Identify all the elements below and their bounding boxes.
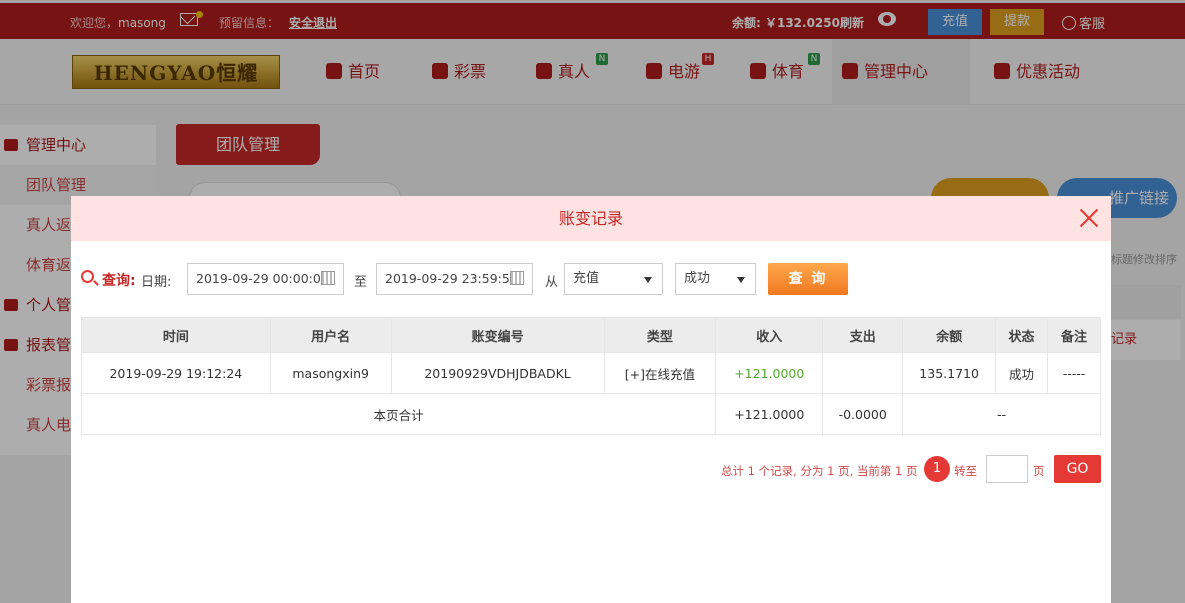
- col-tx-id: 账变编号: [390, 317, 605, 353]
- pagination: 总计 1 个记录, 分为 1 页, 当前第 1 页 1 转至 页 GO: [721, 455, 1101, 485]
- table-row[interactable]: 2019-09-29 19:12:24 masongxin9 20190929V…: [81, 352, 1101, 394]
- total-income: +121.0000: [715, 393, 824, 435]
- total-rest: --: [902, 393, 1101, 435]
- to-label: 至: [354, 275, 368, 290]
- col-balance: 余额: [902, 317, 997, 353]
- goto-label: 转至: [954, 464, 977, 478]
- total-label: 本页合计: [80, 393, 717, 435]
- calendar-icon[interactable]: [321, 271, 335, 285]
- search-icon: [81, 270, 94, 283]
- table-header-row: 时间 用户名 账变编号 类型 收入 支出 余额 状态 备注: [81, 317, 1101, 353]
- query-label: 查询:: [102, 273, 136, 289]
- col-income: 收入: [715, 317, 824, 353]
- col-remark: 备注: [1047, 317, 1101, 353]
- cell-time: 2019-09-29 19:12:24: [81, 352, 271, 394]
- cell-expense: [822, 352, 904, 394]
- cell-income: +121.0000: [715, 352, 824, 394]
- cell-tx-id: 20190929VDHJDBADKL: [390, 352, 605, 394]
- col-status: 状态: [995, 317, 1049, 353]
- page-label: 页: [1033, 464, 1045, 478]
- total-expense: -0.0000: [822, 393, 904, 435]
- col-username: 用户名: [269, 317, 392, 353]
- transaction-modal: 账变记录 查询: 日期: 2019-09-29 00:00:00 至 2019-…: [71, 196, 1111, 603]
- modal-title: 账变记录: [558, 209, 623, 228]
- cell-balance: 135.1710: [902, 352, 997, 394]
- go-button[interactable]: GO: [1054, 455, 1101, 483]
- chevron-down-icon: [737, 277, 745, 283]
- from-label: 从: [545, 275, 559, 290]
- table-total-row: 本页合计 +121.0000 -0.0000 --: [80, 393, 1101, 435]
- query-button[interactable]: 查 询: [768, 263, 848, 295]
- modal-header: 账变记录: [71, 196, 1111, 241]
- status-select[interactable]: 成功: [675, 263, 756, 295]
- cell-status: 成功: [995, 352, 1049, 394]
- transaction-table: 时间 用户名 账变编号 类型 收入 支出 余额 状态 备注 2019-09-29…: [80, 317, 1101, 435]
- col-type: 类型: [603, 317, 717, 353]
- close-icon[interactable]: [1077, 206, 1101, 230]
- goto-page-input[interactable]: [986, 455, 1028, 483]
- cell-username: masongxin9: [269, 352, 392, 394]
- type-select[interactable]: 充值: [564, 263, 663, 295]
- chevron-down-icon: [644, 277, 652, 283]
- cell-type: [+]在线充值: [603, 352, 717, 394]
- date-label: 日期:: [141, 275, 172, 290]
- col-expense: 支出: [822, 317, 904, 353]
- cell-remark: -----: [1047, 352, 1101, 394]
- pager-info: 总计 1 个记录, 分为 1 页, 当前第 1 页: [721, 464, 918, 478]
- page-number-current[interactable]: 1: [924, 456, 950, 482]
- calendar-icon[interactable]: [510, 271, 524, 285]
- col-time: 时间: [81, 317, 271, 353]
